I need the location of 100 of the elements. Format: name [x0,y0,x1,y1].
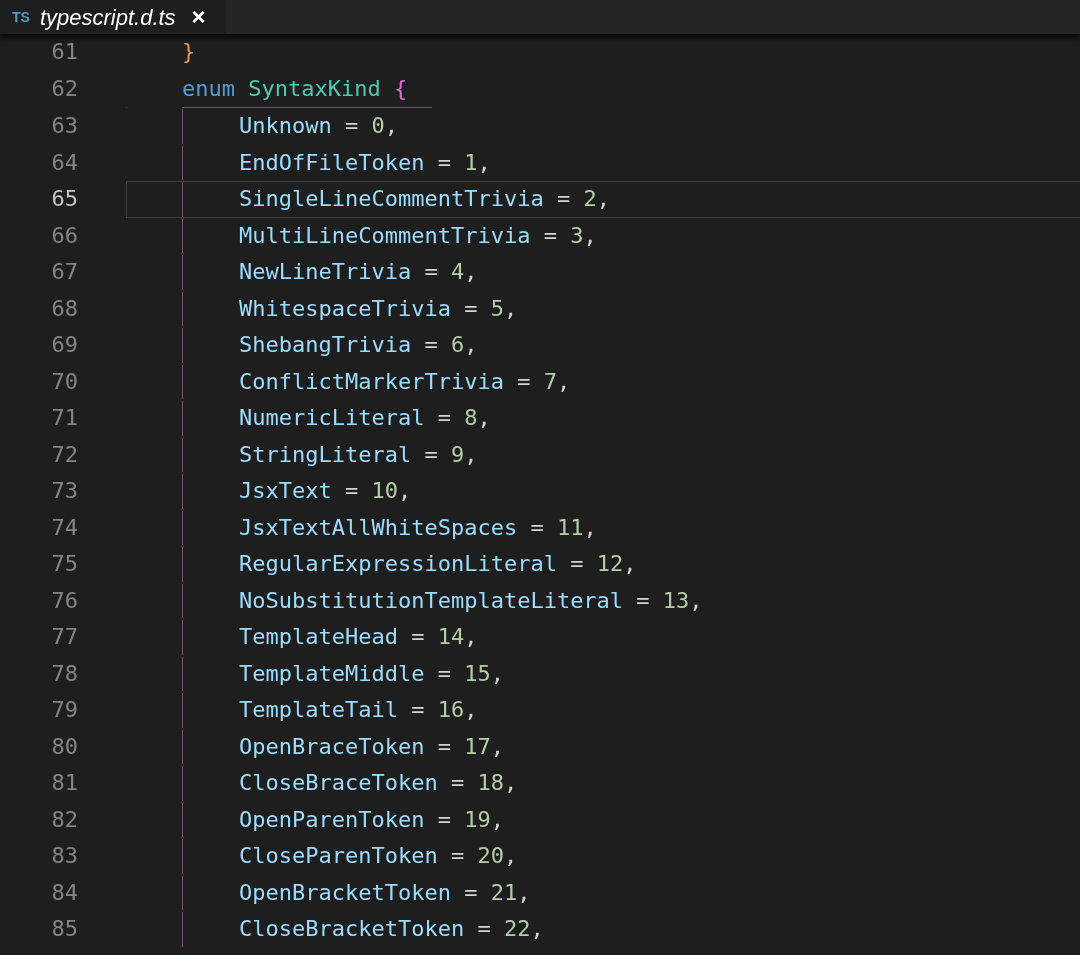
line-number: 82 [51,806,78,832]
code-token: 0 [371,115,385,138]
code-token: 22 [503,918,531,941]
code-token: , [503,297,518,320]
line-number: 79 [51,697,78,723]
code-token: = [437,808,451,831]
code-token: , [623,553,637,576]
line-number: 74 [51,514,78,540]
code-token: OpenParenToken [239,808,425,831]
code-token: = [636,589,650,612]
code-token: = [344,480,359,503]
code-token: SingleLineCommentTrivia [239,188,544,211]
tab-title: typescript.d.ts [39,3,176,32]
code-token: , [583,516,597,539]
code-token: , [464,699,478,722]
code-token: 18 [477,772,504,795]
code-token: 5 [490,297,504,320]
language-label: TS [12,7,30,27]
code-token: = [450,845,465,868]
code-token: TemplateTail [239,699,398,722]
code-token: CloseBraceToken [239,772,438,795]
code-token: , [517,881,531,904]
code-token: , [464,261,478,284]
code-token: = [437,662,451,685]
code-token: CloseParenToken [239,845,438,868]
line-number: 70 [51,368,78,394]
code-token: MultiLineCommentTrivia [239,224,531,247]
line-number: 84 [51,879,78,905]
code-token: , [490,808,504,831]
line-number: 63 [51,113,78,139]
code-token: 1 [464,151,478,174]
code-token: } [182,41,196,64]
code-token: , [503,845,518,868]
code-token: , [477,151,491,174]
line-number: 64 [51,149,78,175]
code-token: 6 [450,334,465,357]
code-token: Unknown [239,115,332,138]
code-token: , [477,407,491,430]
line-number: 67 [51,259,78,285]
code-token: 3 [570,224,584,247]
code-token: , [464,443,478,466]
code-token: 14 [437,626,465,649]
code-token: TemplateMiddle [239,662,425,685]
code-token: = [411,626,425,649]
code-token: 2 [583,188,597,211]
code-token: , [503,772,518,795]
code-token: , [397,480,412,503]
line-number: 66 [51,222,78,248]
code-token: 21 [490,881,518,904]
close-icon[interactable]: × [191,0,206,35]
code-token: JsxText [239,480,332,503]
code-token: enum [182,77,235,100]
code-token: = [437,407,451,430]
code-token: 13 [662,589,690,612]
code-token: 8 [464,407,478,430]
code-token: 9 [450,443,465,466]
code-token: 12 [596,553,624,576]
line-number: 76 [51,587,78,613]
code-token: CloseBracketToken [239,918,465,941]
line-number: 80 [51,733,78,759]
code-token: 10 [371,480,398,503]
code-token: NewLineTrivia [239,261,412,284]
editor-tab[interactable]: TS typescript.d.ts × [0,0,226,34]
line-number: 83 [51,843,78,869]
code-token: , [490,735,504,758]
code-token: ConflictMarkerTrivia [239,370,504,393]
line-number: 68 [51,295,78,321]
code-token: = [543,224,557,247]
code-token: NumericLiteral [239,407,425,430]
code-token: EndOfFileToken [239,151,425,174]
code-token: 16 [437,699,465,722]
code-token: = [450,772,465,795]
code-token: 20 [477,845,504,868]
code-token: = [424,334,438,357]
code-token: NoSubstitutionTemplateLiteral [239,589,624,612]
code-token: = [477,918,491,941]
code-token: = [556,188,571,211]
code-token: StringLiteral [239,443,412,466]
code-token: 4 [450,261,465,284]
code-token: = [437,151,451,174]
line-number: 78 [51,660,78,686]
code-token: , [583,224,597,247]
code-token: RegularExpressionLiteral [239,553,557,576]
code-token: ShebangTrivia [239,334,412,357]
code-token: = [411,699,425,722]
line-number: 61 [51,39,78,65]
line-number: 69 [51,332,78,358]
code-token: = [464,297,478,320]
line-number: 81 [51,770,78,796]
code-token: , [464,334,478,357]
code-token: TemplateHead [239,626,398,649]
code-token: , [596,188,610,211]
code-token: JsxTextAllWhiteSpaces [239,516,518,539]
line-number: 71 [51,405,78,431]
code-token: = [464,881,478,904]
code-token: , [556,370,571,393]
code-token: 11 [556,516,584,539]
code-token: 15 [464,662,491,685]
code-token: 19 [464,808,491,831]
code-token: = [424,443,438,466]
